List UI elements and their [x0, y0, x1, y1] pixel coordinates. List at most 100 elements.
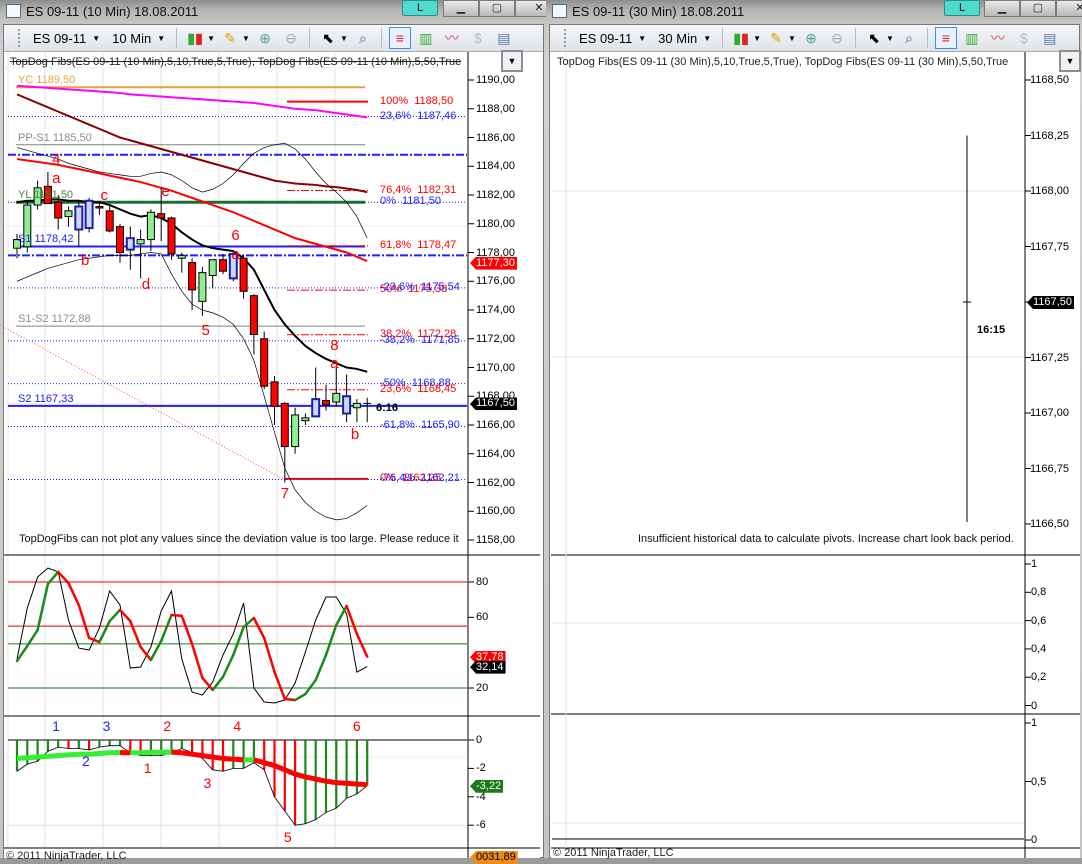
pane3-tick-label: 0,5	[1031, 776, 1046, 788]
price-tick-label: 1167,00	[1030, 407, 1069, 419]
level-label: YC 1189,50	[18, 74, 75, 86]
price-tick-label: 1167,75	[1030, 241, 1069, 253]
signal-segment	[326, 781, 336, 782]
candle-body	[343, 396, 350, 413]
signal-segment	[192, 754, 202, 755]
price-tick-label: 1162,00	[476, 477, 515, 489]
copyright: © 2011 NinjaTrader, LLC	[553, 847, 674, 859]
level-label: S2 1167,33	[18, 393, 73, 405]
candle-body	[302, 418, 309, 421]
wave-label: b	[81, 253, 89, 268]
wave-label: e	[161, 184, 169, 199]
price-tick-label: 1186,00	[476, 132, 515, 144]
indicator-label: TopDog Fibs(ES 09-11 (10 Min),5,10,True,…	[10, 56, 461, 68]
candle-body	[168, 218, 175, 254]
pane2-tick-label: 1	[1031, 558, 1037, 570]
stoch-slow-segment	[172, 615, 182, 616]
candle-body	[250, 296, 257, 335]
signal-segment	[295, 774, 305, 777]
wave-label: c	[101, 188, 109, 203]
price-tick-label: 1160,00	[476, 505, 515, 517]
price-tick-label: 1158,00	[476, 534, 515, 546]
fib-level-label: 100% 1188,50	[380, 95, 453, 107]
price-tick-label: 1166,50	[1030, 518, 1069, 530]
bar-countdown: 16:15	[977, 324, 1005, 336]
wave-label: 4	[233, 719, 241, 733]
momentum-tick-label: -2	[476, 762, 486, 774]
price-tick-label: 1180,00	[476, 218, 515, 230]
pane3-tick-label: 1	[1031, 717, 1037, 729]
signal-segment	[264, 763, 274, 766]
candle-body	[271, 382, 278, 406]
wave-label: a	[231, 247, 239, 262]
wave-label: 8	[330, 338, 338, 353]
signal-segment	[357, 784, 367, 785]
signal-segment	[48, 756, 58, 757]
momentum-value-tag: -3,22	[470, 780, 503, 793]
signal-segment	[233, 759, 243, 760]
level-label: S1 1178,42	[18, 233, 73, 245]
level-label: S1-S2 1172,88	[18, 313, 91, 325]
signal-segment	[89, 753, 99, 754]
candle-body	[158, 214, 165, 218]
stoch-tick-label: 60	[476, 611, 488, 623]
candle-body	[96, 207, 103, 209]
candle-body	[353, 403, 360, 407]
wave-label: a	[52, 171, 60, 186]
momentum-tick-label: 0	[476, 734, 482, 746]
pivots-warning: Insufficient historical data to calculat…	[638, 533, 1014, 545]
fib-level-label: 61,8% 1178,47	[380, 239, 456, 251]
signal-segment	[223, 758, 233, 759]
pane2-tick-label: 0,6	[1031, 615, 1046, 627]
wave-label: 1	[52, 719, 60, 733]
stoch-tick-label: 20	[476, 682, 488, 694]
signal-segment	[316, 779, 326, 781]
candle-body	[220, 260, 227, 272]
pane2-tick-label: 0,2	[1031, 671, 1046, 683]
candle-body	[147, 212, 154, 239]
momentum-tick-label: -6	[476, 819, 486, 831]
signal-segment	[347, 783, 357, 784]
chart-canvas[interactable]	[0, 0, 1082, 858]
wave-label: 2	[82, 754, 90, 768]
price-tick-label: 1172,00	[476, 333, 515, 345]
pane3-tick-label: 0	[1031, 834, 1037, 846]
price-tick-label: 1168,50	[1030, 74, 1069, 86]
signal-segment	[38, 756, 48, 757]
triangle-down-icon: ▼	[508, 56, 517, 66]
fib-level-label: -23,6% 1175,54	[380, 281, 460, 293]
indicator-dropdown-button[interactable]: ▼	[1059, 50, 1081, 72]
last-price-tag: 1177,30	[470, 257, 517, 270]
price-tick-label: 1184,00	[476, 160, 515, 172]
pane2-tick-label: 0	[1031, 700, 1037, 712]
price-tick-label: 1190,00	[476, 74, 515, 86]
signal-segment	[182, 753, 192, 754]
price-tick-label: 1188,00	[476, 103, 515, 115]
signal-segment	[254, 760, 264, 763]
wave-label: b	[351, 427, 359, 442]
price-tick-label: 1168,00	[1030, 185, 1069, 197]
wave-label: 4	[52, 152, 60, 167]
signal-segment	[58, 755, 68, 756]
fib-level-label: 0% 1181,50	[380, 195, 441, 207]
wave-label: 6	[353, 719, 361, 733]
stoch-value-tag: 32,14	[470, 661, 506, 674]
candle-body	[292, 415, 299, 447]
wave-label: 3	[103, 719, 111, 733]
candle-body	[117, 227, 124, 253]
candle-body	[281, 403, 288, 446]
fib-level-label: -76,4% 1162,21	[380, 472, 460, 484]
price-tick-label: 1164,00	[476, 448, 515, 460]
candle-body	[209, 260, 216, 276]
fib-level-label: 23,6% 1168,45	[380, 383, 456, 395]
price-tick-label: 1182,00	[476, 189, 515, 201]
fib-level-label: 76,4% 1182,31	[380, 184, 456, 196]
candle	[168, 217, 175, 260]
candle-body	[55, 202, 62, 218]
last-price-tag: 1167,50	[1027, 296, 1074, 309]
candle	[261, 332, 268, 390]
copyright: © 2011 NinjaTrader, LLC	[6, 850, 127, 862]
signal-segment	[336, 783, 346, 784]
wave-label: 3	[204, 776, 212, 790]
indicator-dropdown-button[interactable]: ▼	[501, 50, 523, 72]
